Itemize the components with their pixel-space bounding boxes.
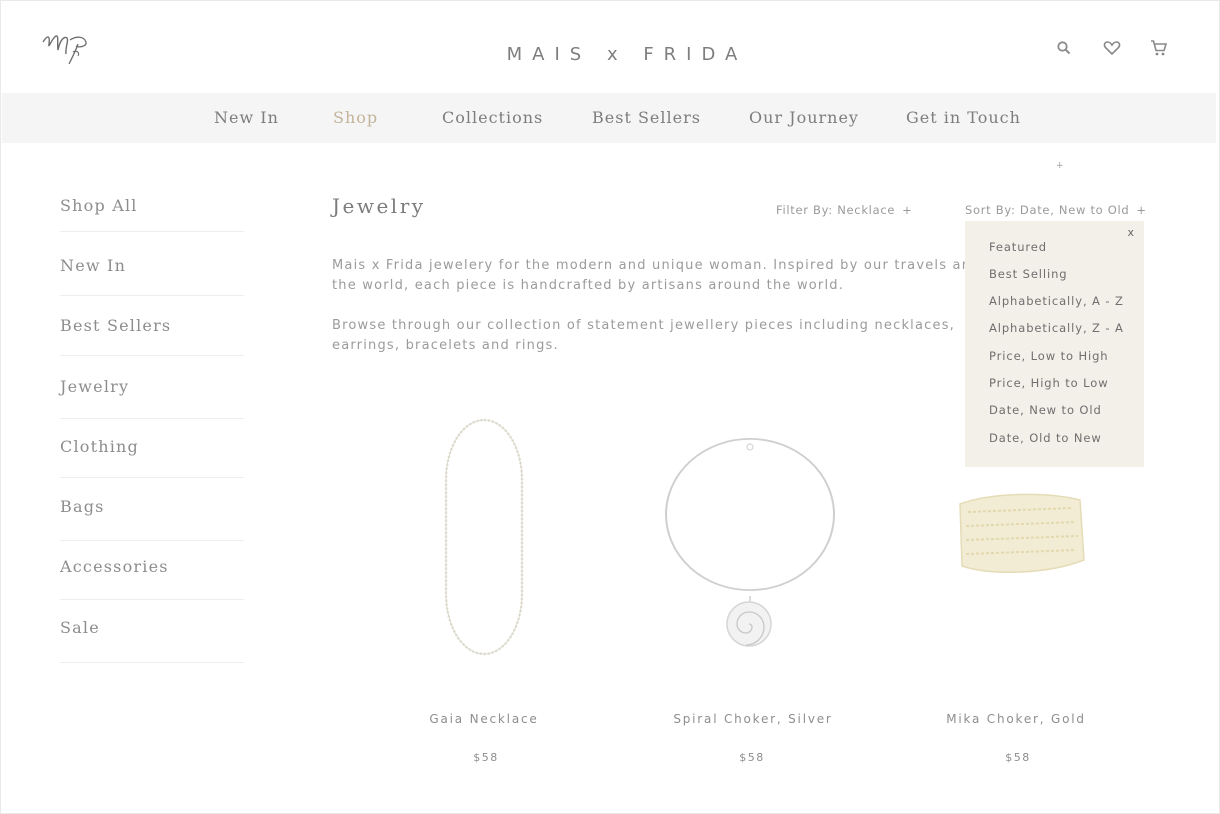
product-image-mika-choker[interactable] — [952, 486, 1088, 584]
divider — [60, 662, 244, 663]
sidebar-item-jewelry[interactable]: Jewelry — [60, 377, 244, 396]
product-price: $58 — [739, 751, 765, 764]
filter-dropdown[interactable]: Filter By: Necklace + — [776, 203, 912, 217]
product-name[interactable]: Spiral Choker, Silver — [653, 712, 853, 726]
divider — [60, 418, 244, 419]
brand-name[interactable]: MAIS x FRIDA — [0, 44, 1220, 65]
close-icon[interactable]: x — [1127, 226, 1134, 239]
sort-label: Sort By: Date, New to Old — [965, 203, 1130, 217]
sidebar-item-new-in[interactable]: New In — [60, 256, 244, 275]
nav-item-new-in[interactable]: New In — [214, 108, 279, 127]
sort-option-featured[interactable]: Featured — [989, 240, 1047, 254]
product-price: $58 — [1005, 751, 1031, 764]
dropdown-caret-icon: + — [1056, 161, 1064, 171]
product-image-gaia-necklace[interactable] — [436, 414, 532, 660]
sidebar-item-accessories[interactable]: Accessories — [60, 557, 244, 576]
divider — [60, 231, 244, 232]
sort-menu: x Featured Best Selling Alphabetically, … — [965, 221, 1144, 467]
nav-item-get-in-touch[interactable]: Get in Touch — [906, 108, 1021, 127]
product-name[interactable]: Gaia Necklace — [384, 712, 584, 726]
divider — [60, 599, 244, 600]
sort-option-alpha-az[interactable]: Alphabetically, A - Z — [989, 294, 1124, 308]
sidebar-item-best-sellers[interactable]: Best Sellers — [60, 316, 244, 335]
filter-label: Filter By: Necklace — [776, 203, 896, 217]
sidebar-item-clothing[interactable]: Clothing — [60, 437, 244, 456]
nav-item-our-journey[interactable]: Our Journey — [749, 108, 859, 127]
cart-icon[interactable] — [1149, 38, 1169, 58]
product-name[interactable]: Mika Choker, Gold — [916, 712, 1116, 726]
nav-item-best-sellers[interactable]: Best Sellers — [592, 108, 701, 127]
divider — [60, 540, 244, 541]
category-description: Mais x Frida jewelery for the modern and… — [332, 258, 1006, 293]
divider — [60, 477, 244, 478]
product-image-spiral-choker[interactable] — [660, 438, 840, 652]
nav-item-shop[interactable]: Shop — [333, 108, 378, 127]
main-nav: New In Shop Collections Best Sellers Our… — [2, 93, 1216, 143]
category-description: Browse through our collection of stateme… — [332, 318, 956, 353]
nav-item-collections[interactable]: Collections — [442, 108, 543, 127]
sort-dropdown[interactable]: Sort By: Date, New to Old + — [965, 203, 1147, 217]
sidebar-item-sale[interactable]: Sale — [60, 618, 244, 637]
product-price: $58 — [473, 751, 499, 764]
sort-option-best-selling[interactable]: Best Selling — [989, 267, 1067, 281]
plus-icon: + — [1136, 203, 1147, 217]
sidebar-item-bags[interactable]: Bags — [60, 497, 244, 516]
search-icon[interactable] — [1054, 38, 1074, 58]
sort-option-date-old-new[interactable]: Date, Old to New — [989, 431, 1102, 445]
sort-option-alpha-za[interactable]: Alphabetically, Z - A — [989, 321, 1124, 335]
divider — [60, 355, 244, 356]
sort-option-date-new-old[interactable]: Date, New to Old — [989, 403, 1102, 417]
page-title: Jewelry — [332, 194, 426, 218]
heart-icon[interactable] — [1102, 38, 1122, 58]
plus-icon: + — [902, 203, 913, 217]
sidebar-item-shop-all[interactable]: Shop All — [60, 196, 244, 215]
divider — [60, 295, 244, 296]
sort-option-price-high-low[interactable]: Price, High to Low — [989, 376, 1109, 390]
sort-option-price-low-high[interactable]: Price, Low to High — [989, 349, 1109, 363]
